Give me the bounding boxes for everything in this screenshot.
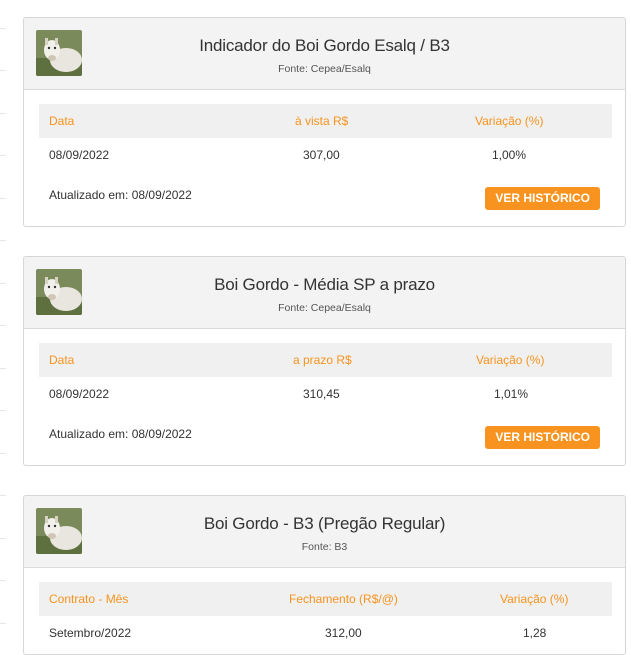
view-history-button[interactable]: VER HISTÓRICO [485,426,600,449]
view-history-button[interactable]: VER HISTÓRICO [485,187,600,210]
column-header-date: Data [49,353,75,367]
column-header-date: Data [49,114,75,128]
quote-card-esalq: Indicador do Boi Gordo Esalq / B3 Fonte:… [23,17,626,227]
table-header-row: Contrato - Mês Fechamento (R$/@) Variaçã… [39,582,612,616]
quote-card-b3: Boi Gordo - B3 (Pregão Regular) Fonte: B… [23,495,626,655]
card-header: Indicador do Boi Gordo Esalq / B3 Fonte:… [24,18,625,90]
column-header-contract-month: Contrato - Mês [49,592,129,606]
column-header-closing: Fechamento (R$/@) [289,592,398,606]
table-header-row: Data a prazo R$ Variação (%) [39,343,612,377]
card-title: Indicador do Boi Gordo Esalq / B3 [199,36,450,55]
column-header-price: a prazo R$ [293,353,352,367]
cell-contract-month: Setembro/2022 [49,626,132,640]
card-source: Fonte: Cepea/Esalq [278,302,371,314]
cell-price: 310,45 [303,387,340,401]
cell-variation: 1,28 [523,626,547,640]
card-source: Fonte: B3 [301,541,348,553]
table-row: 08/09/2022 310,45 1,01% [39,377,612,411]
card-title: Boi Gordo - Média SP a prazo [214,275,435,294]
quote-table: Contrato - Mês Fechamento (R$/@) Variaçã… [39,582,612,650]
cell-date: 08/09/2022 [49,148,110,162]
card-source: Fonte: Cepea/Esalq [278,63,371,75]
updated-date: Atualizado em: 08/09/2022 [49,427,192,441]
cell-date: 08/09/2022 [49,387,110,401]
cell-closing: 312,00 [325,626,362,640]
card-header: Boi Gordo - B3 (Pregão Regular) Fonte: B… [24,496,625,568]
column-header-variation: Variação (%) [476,353,545,367]
cell-variation: 1,01% [494,387,529,401]
table-row: 08/09/2022 307,00 1,00% [39,138,612,172]
quote-table: Data a prazo R$ Variação (%) 08/09/2022 … [39,343,612,411]
quote-table: Data à vista R$ Variação (%) 08/09/2022 … [39,104,612,172]
table-row: Setembro/2022 312,00 1,28 [39,616,612,650]
column-header-variation: Variação (%) [475,114,544,128]
left-edge-decoration [0,0,6,646]
column-header-variation: Variação (%) [500,592,569,606]
table-header-row: Data à vista R$ Variação (%) [39,104,612,138]
quote-card-sp-prazo: Boi Gordo - Média SP a prazo Fonte: Cepe… [23,256,626,466]
cell-variation: 1,00% [492,148,527,162]
card-title: Boi Gordo - B3 (Pregão Regular) [203,514,446,533]
updated-date: Atualizado em: 08/09/2022 [49,188,192,202]
cell-price: 307,00 [303,148,340,162]
card-header: Boi Gordo - Média SP a prazo Fonte: Cepe… [24,257,625,329]
column-header-price: à vista R$ [295,114,349,128]
